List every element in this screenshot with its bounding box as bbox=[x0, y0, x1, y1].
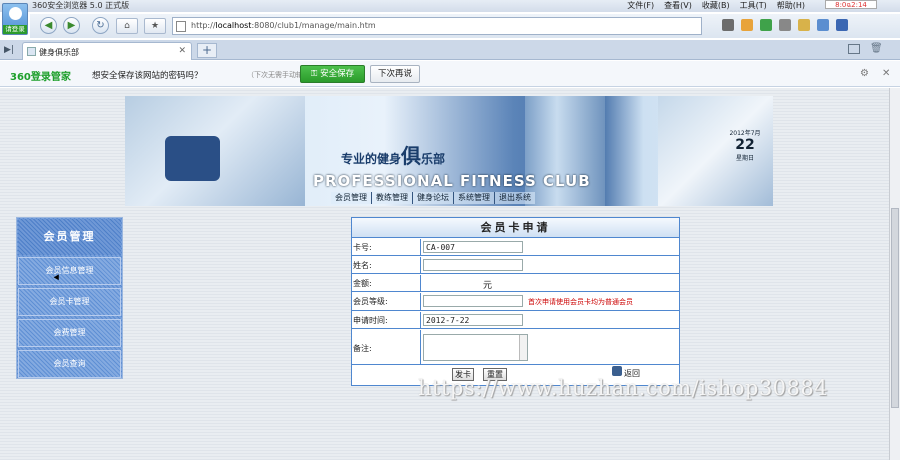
login-avatar[interactable]: 请登录 bbox=[2, 3, 28, 35]
row-remark: 备注: bbox=[352, 330, 679, 365]
url-path: :8080/club1/manage/main.htm bbox=[251, 21, 376, 30]
club-banner: 专业的健身俱乐部 PROFESSIONAL FITNESS CLUB 2012年… bbox=[125, 96, 773, 206]
calendar-widget: 2012年7月 22 星期日 bbox=[725, 128, 765, 162]
amount-input[interactable] bbox=[423, 277, 478, 289]
refresh-icon[interactable]: ↻ bbox=[92, 17, 109, 34]
user-icon bbox=[9, 7, 22, 20]
watermark-text: https://www.huzhan.com/ishop30884 bbox=[418, 376, 829, 400]
banner-nav: 会员管理 教练管理 健身论坛 系统管理 退出系统 bbox=[331, 192, 535, 204]
plugin-icon[interactable] bbox=[760, 19, 772, 31]
slogan-part-end: 乐部 bbox=[421, 152, 446, 166]
member-level-label: 会员等级: bbox=[352, 293, 421, 310]
navigation-bar: ◀ ▶ ↻ ⌂ ★ http://localhost:8080/club1/ma… bbox=[30, 14, 900, 38]
save-password-question: 想安全保存该网站的密码吗？ bbox=[92, 71, 203, 81]
window-icon[interactable] bbox=[848, 44, 860, 54]
close-icon[interactable]: ✕ bbox=[178, 46, 186, 56]
safe-save-label: 安全保存 bbox=[320, 69, 355, 79]
remark-label: 备注: bbox=[352, 330, 421, 364]
browser-title-bar: 360安全浏览器 5.0 正式版 文件(F) 查看(V) 收藏(B) 工具(T)… bbox=[0, 0, 900, 12]
password-save-bar: 360登录管家 想安全保存该网站的密码吗？ （下次无需手动输入） ⚿ 安全保存 … bbox=[0, 61, 900, 87]
key-icon: ⚿ bbox=[310, 69, 321, 79]
row-amount: 金额: 元 bbox=[352, 275, 679, 292]
toolbar-icons bbox=[722, 19, 848, 31]
amount-unit: 元 bbox=[483, 281, 493, 291]
login-label: 请登录 bbox=[3, 25, 27, 34]
card-number-label: 卡号: bbox=[352, 239, 421, 255]
new-tab-button[interactable]: + bbox=[197, 43, 217, 58]
tab-fitness-club[interactable]: 健身俱乐部 ✕ bbox=[22, 42, 192, 60]
trash-icon[interactable]: 🗑 bbox=[870, 43, 883, 54]
banner-english-title: PROFESSIONAL FITNESS CLUB bbox=[313, 172, 591, 190]
textarea-scrollbar[interactable] bbox=[519, 335, 527, 360]
scrollbar-thumb[interactable] bbox=[891, 208, 899, 408]
member-level-note: 首次申请使用会员卡均为普通会员 bbox=[528, 298, 633, 306]
apply-date-input[interactable]: 2012-7-22 bbox=[423, 314, 523, 326]
close-icon[interactable]: ✕ bbox=[882, 68, 890, 79]
nav-coach-management[interactable]: 教练管理 bbox=[372, 192, 413, 204]
remark-textarea[interactable] bbox=[423, 334, 528, 361]
tab-strip: ▶| 健身俱乐部 ✕ + 🗑 bbox=[0, 40, 900, 60]
safe-save-button[interactable]: ⚿ 安全保存 bbox=[300, 65, 365, 83]
menu-file[interactable]: 文件(F) bbox=[627, 0, 654, 11]
tab-title: 健身俱乐部 bbox=[39, 48, 79, 57]
sidebar-title: 会员管理 bbox=[18, 219, 121, 255]
slogan-big-char: 俱 bbox=[401, 144, 422, 168]
window-title: 360安全浏览器 5.0 正式版 bbox=[32, 1, 130, 10]
mail-icon[interactable] bbox=[798, 19, 810, 31]
member-level-select[interactable] bbox=[423, 295, 523, 307]
password-manager-logo: 360登录管家 bbox=[10, 72, 71, 83]
name-input[interactable] bbox=[423, 259, 523, 271]
page-icon bbox=[176, 21, 186, 32]
nav-logout[interactable]: 退出系统 bbox=[495, 192, 535, 204]
calendar-day: 22 bbox=[735, 137, 755, 153]
card-application-form: 会员卡申请 卡号: CA-007 姓名: 金额: 元 会员等级: 首次申请使用会… bbox=[351, 217, 680, 386]
vertical-scrollbar[interactable] bbox=[889, 88, 900, 460]
later-button[interactable]: 下次再说 bbox=[370, 65, 420, 83]
url-host: localhost bbox=[215, 21, 252, 30]
calendar-month: 2012年7月 bbox=[729, 130, 761, 137]
menu-tools[interactable]: 工具(T) bbox=[740, 0, 767, 11]
banner-slogan: 专业的健身俱乐部 bbox=[341, 140, 445, 169]
tools-icon[interactable] bbox=[779, 19, 791, 31]
menu-help[interactable]: 帮助(H) bbox=[777, 0, 805, 11]
row-member-level: 会员等级: 首次申请使用会员卡均为普通会员 bbox=[352, 293, 679, 311]
nav-fitness-forum[interactable]: 健身论坛 bbox=[413, 192, 454, 204]
slogan-part: 专业的健身 bbox=[341, 152, 402, 166]
menu-bar: 文件(F) 查看(V) 收藏(B) 工具(T) 帮助(H) bbox=[627, 0, 805, 11]
forward-arrow-icon[interactable]: ▶ bbox=[63, 17, 80, 34]
sidebar-item-member-query[interactable]: 会员查询 bbox=[18, 350, 121, 378]
gear-icon[interactable]: ⚙ bbox=[860, 68, 869, 79]
address-bar[interactable]: http://localhost:8080/club1/manage/main.… bbox=[172, 17, 702, 35]
menu-view[interactable]: 查看(V) bbox=[664, 0, 692, 11]
member-sidebar: 会员管理 会员信息管理 会员卡管理 会费管理 会员查询 bbox=[16, 217, 123, 379]
sidebar-toggle-icon[interactable]: ▶| bbox=[4, 45, 14, 55]
row-apply-date: 申请时间: 2012-7-22 bbox=[352, 312, 679, 329]
calendar-weekday: 星期日 bbox=[735, 155, 754, 162]
gym-equipment-image bbox=[125, 96, 305, 206]
sidebar-item-member-info[interactable]: 会员信息管理 bbox=[18, 257, 121, 285]
apply-date-label: 申请时间: bbox=[352, 312, 421, 328]
extension-icon[interactable] bbox=[817, 19, 829, 31]
clock-badge: 8:0ฉ2:14 bbox=[825, 0, 877, 9]
name-label: 姓名: bbox=[352, 257, 421, 273]
menu-favorites[interactable]: 收藏(B) bbox=[702, 0, 730, 11]
media-icon[interactable] bbox=[836, 19, 848, 31]
form-title: 会员卡申请 bbox=[352, 218, 679, 238]
url-scheme: http:// bbox=[191, 21, 216, 30]
page-icon bbox=[27, 47, 36, 56]
home-icon[interactable]: ⌂ bbox=[116, 18, 138, 34]
shield-icon[interactable] bbox=[722, 19, 734, 31]
row-name: 姓名: bbox=[352, 257, 679, 274]
back-arrow-icon[interactable]: ◀ bbox=[40, 17, 57, 34]
nav-member-management[interactable]: 会员管理 bbox=[331, 192, 372, 204]
row-card-number: 卡号: CA-007 bbox=[352, 239, 679, 256]
amount-label: 金额: bbox=[352, 275, 421, 291]
sidebar-item-fees[interactable]: 会费管理 bbox=[18, 319, 121, 347]
sidebar-item-member-card[interactable]: 会员卡管理 bbox=[18, 288, 121, 316]
lock-icon[interactable] bbox=[741, 19, 753, 31]
star-icon[interactable]: ★ bbox=[144, 18, 166, 34]
card-number-input[interactable]: CA-007 bbox=[423, 241, 523, 253]
back-icon bbox=[612, 366, 622, 376]
nav-system-management[interactable]: 系统管理 bbox=[454, 192, 495, 204]
